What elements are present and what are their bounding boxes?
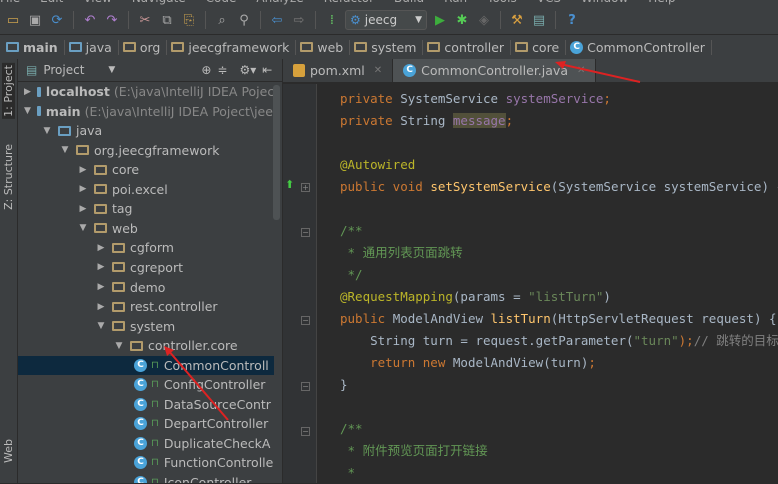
annotation-arrow bbox=[559, 63, 641, 83]
annotation-arrowhead bbox=[555, 61, 566, 69]
annotation-arrows bbox=[164, 61, 641, 421]
annotation-arrow bbox=[167, 349, 229, 421]
